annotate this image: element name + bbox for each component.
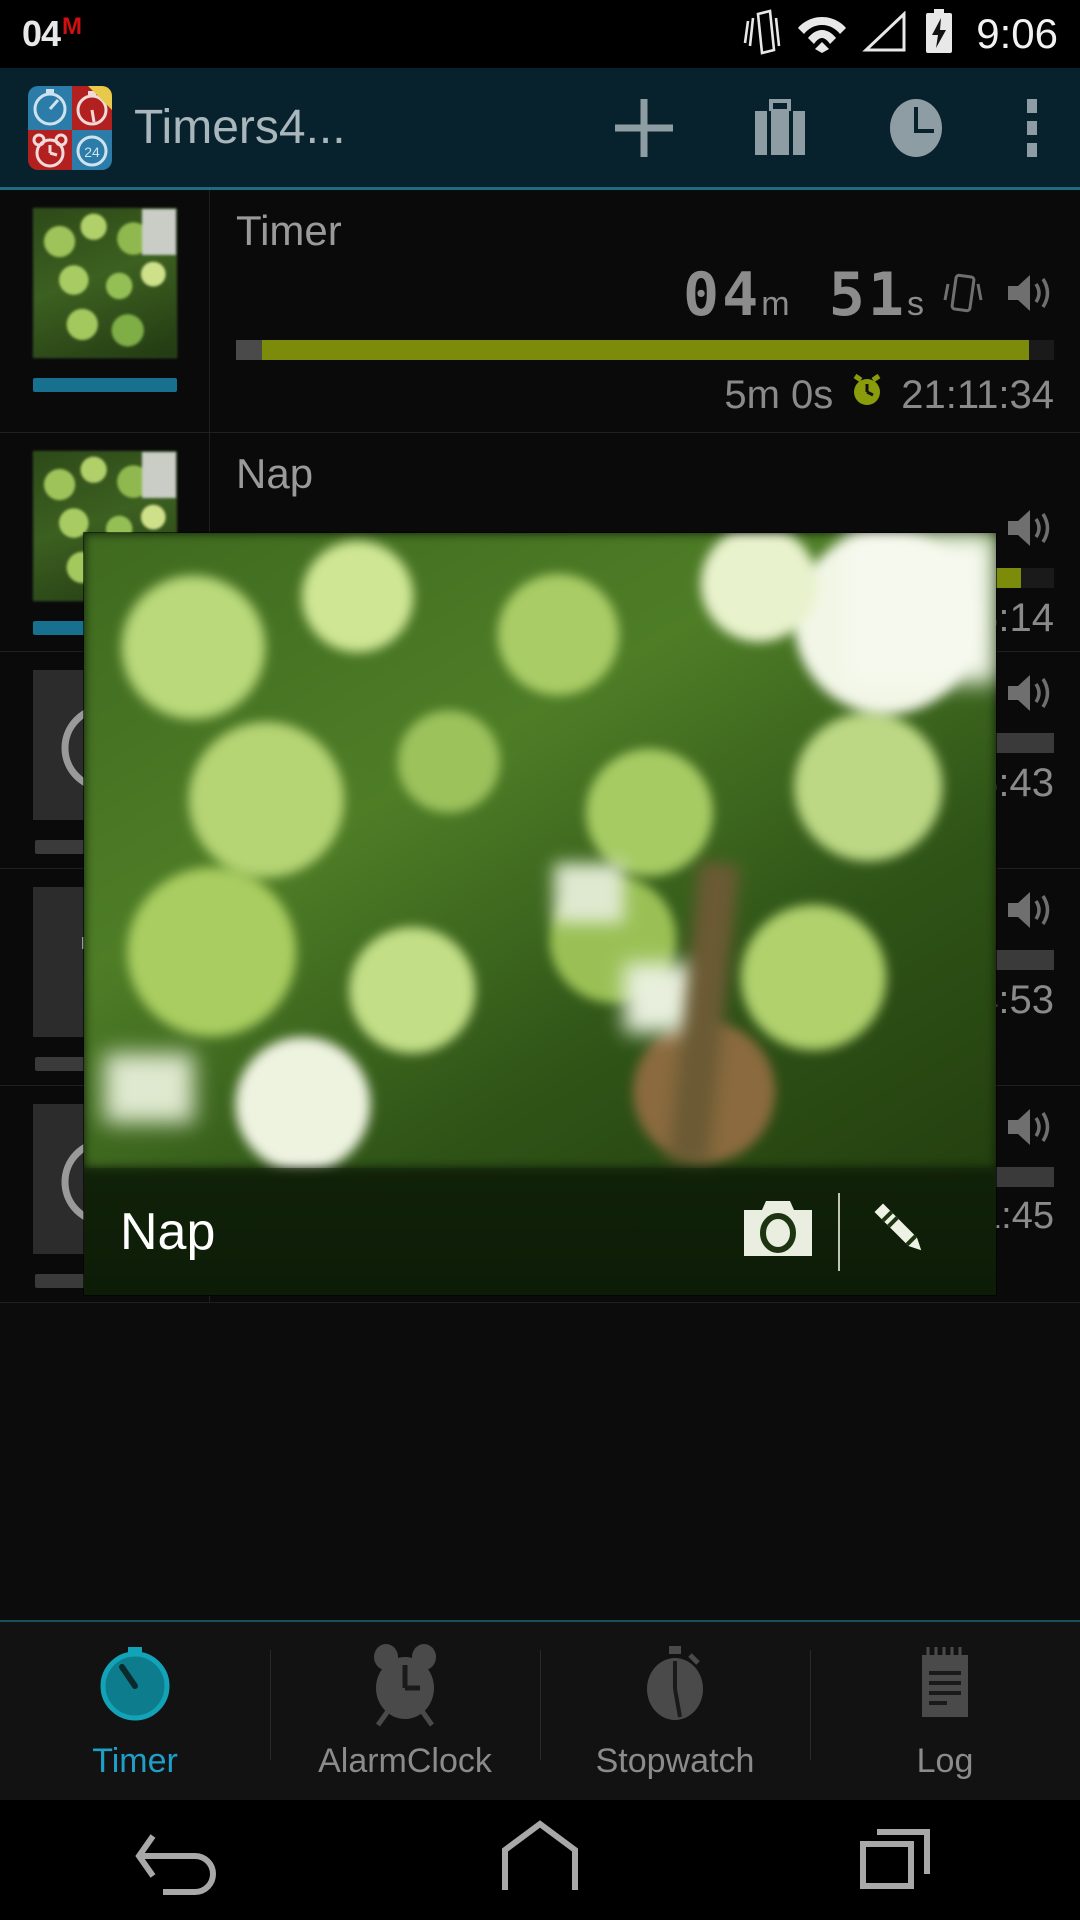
calendar-month-badge: M xyxy=(62,13,83,40)
timer-progress-bar[interactable] xyxy=(236,340,1054,360)
battery-charging-icon xyxy=(922,8,956,61)
table-row[interactable]: Timer 04m 51s 5m 0s 21:11:34 xyxy=(0,190,1080,433)
timer-details[interactable]: Timer 04m 51s 5m 0s 21:11:34 xyxy=(210,190,1080,432)
timers4me-app-icon[interactable]: 24 xyxy=(28,85,112,170)
stopwatch-icon xyxy=(632,1641,718,1732)
home-button[interactable] xyxy=(440,1800,640,1920)
recents-icon xyxy=(845,1818,955,1903)
timer-name: Nap xyxy=(236,450,314,497)
action-bar-buttons xyxy=(576,68,1080,187)
calendar-day-number: 04 xyxy=(22,13,61,54)
dialog-title: Nap xyxy=(120,1202,216,1261)
tab-label: Log xyxy=(916,1742,974,1780)
speaker-icon[interactable] xyxy=(1002,503,1054,558)
back-icon xyxy=(125,1818,235,1903)
tab-timer[interactable]: Timer xyxy=(0,1622,270,1800)
bottom-tab-bar[interactable]: Timer AlarmClock Stopwatch Log xyxy=(0,1620,1080,1800)
overflow-menu-button[interactable] xyxy=(984,67,1080,189)
tab-label: Timer xyxy=(92,1742,178,1780)
tab-label: Stopwatch xyxy=(595,1742,755,1780)
timer-name: Timer xyxy=(236,207,342,254)
status-bar-date: 04 M xyxy=(0,13,83,54)
grapes-photo[interactable] xyxy=(84,533,996,1168)
speaker-icon[interactable] xyxy=(1002,268,1054,323)
timer-accent-bar xyxy=(32,378,177,392)
progress-knob xyxy=(236,340,262,360)
clock-button[interactable] xyxy=(848,67,984,189)
timer-thumbnail[interactable] xyxy=(32,208,177,358)
svg-text:24: 24 xyxy=(84,144,100,160)
tab-label: AlarmClock xyxy=(318,1742,492,1780)
status-bar: 04 M 9:06 xyxy=(0,0,1080,68)
timer-total-duration: 5m 0s xyxy=(724,372,834,417)
action-bar: 24 Timers4... xyxy=(0,68,1080,190)
app-icon-stopwatch-quadrant xyxy=(28,85,72,130)
presets-button[interactable] xyxy=(712,67,848,189)
app-root: 04 M 9:06 24 Timers4... Timer 04m 51s 5m… xyxy=(0,0,1080,1920)
speaker-icon[interactable] xyxy=(1002,668,1054,723)
alarm-clock-icon xyxy=(362,1641,448,1732)
pro-badge-icon xyxy=(88,85,112,110)
status-bar-clock: 9:06 xyxy=(976,10,1058,57)
timer-icon xyxy=(92,1641,178,1732)
timer-alarm-time: 21:11:34 xyxy=(901,372,1054,417)
app-icon-24h-quadrant: 24 xyxy=(72,129,112,170)
speaker-icon[interactable] xyxy=(1002,1102,1054,1157)
tab-alarmclock[interactable]: AlarmClock xyxy=(270,1622,540,1800)
timer-countdown: 04m 51s xyxy=(236,260,1054,330)
timer-remaining: 04m 51s xyxy=(683,260,924,330)
pencil-icon xyxy=(860,1189,940,1274)
home-icon xyxy=(485,1818,595,1903)
timer-thumbnail-cell[interactable] xyxy=(0,190,210,432)
signal-icon xyxy=(862,10,908,58)
wifi-icon xyxy=(796,11,848,58)
tab-log[interactable]: Log xyxy=(810,1622,1080,1800)
back-button[interactable] xyxy=(80,1800,280,1920)
add-timer-button[interactable] xyxy=(576,67,712,189)
app-icon-alarm-quadrant xyxy=(28,129,72,170)
speaker-icon[interactable] xyxy=(1002,885,1054,940)
vibrate-icon[interactable] xyxy=(940,268,986,323)
notepad-icon xyxy=(902,1641,988,1732)
timer-meta: 5m 0s 21:11:34 xyxy=(236,368,1054,422)
dialog-footer: Nap xyxy=(84,1168,996,1295)
camera-icon xyxy=(740,1198,816,1265)
status-bar-icons: 9:06 xyxy=(742,8,1080,61)
camera-button[interactable] xyxy=(718,1168,838,1295)
dialog-actions xyxy=(718,1168,960,1295)
timer-image-dialog[interactable]: Nap xyxy=(84,533,996,1295)
page-title: Timers4... xyxy=(134,101,346,154)
vibrate-icon xyxy=(742,8,782,61)
tab-stopwatch[interactable]: Stopwatch xyxy=(540,1622,810,1800)
alarm-clock-icon xyxy=(845,368,889,422)
recents-button[interactable] xyxy=(800,1800,1000,1920)
edit-button[interactable] xyxy=(840,1168,960,1295)
android-nav-bar[interactable] xyxy=(0,1800,1080,1920)
progress-fill xyxy=(262,340,1030,360)
